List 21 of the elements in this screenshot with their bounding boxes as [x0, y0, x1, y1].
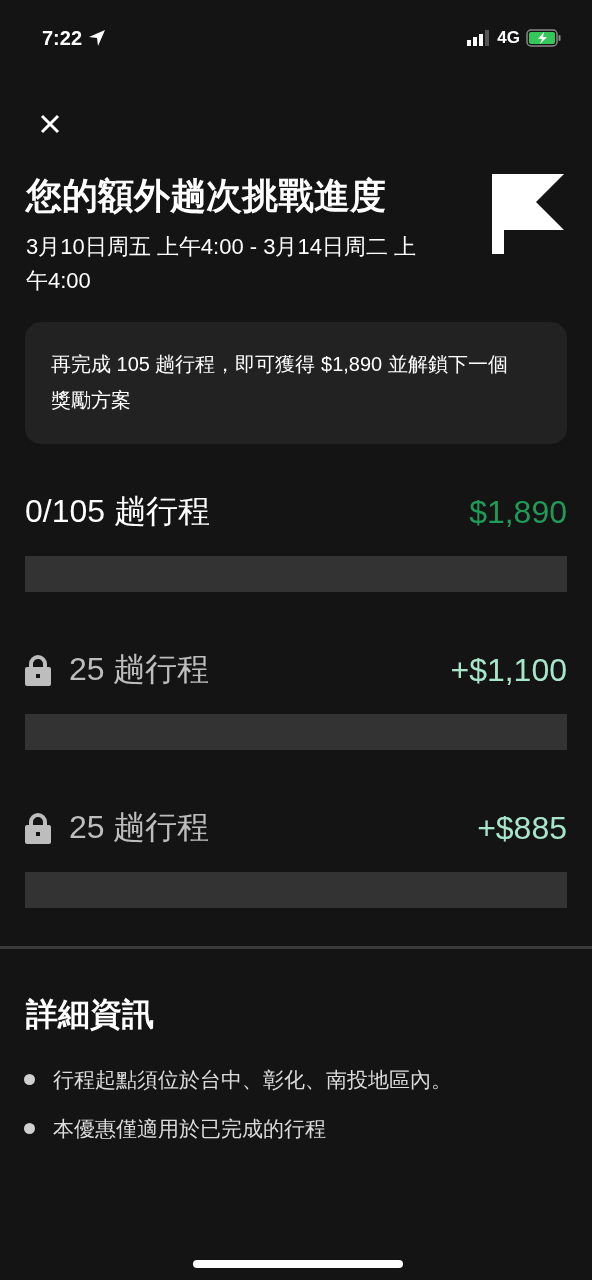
tier-amount: $1,890 [469, 493, 567, 531]
close-button[interactable] [38, 112, 62, 136]
bullet-icon [24, 1074, 35, 1085]
status-time: 7:22 [42, 26, 83, 50]
location-arrow-icon [88, 29, 107, 47]
tier-label: 0/105 趟行程 [25, 492, 210, 531]
tier-amount: +$1,100 [450, 651, 567, 689]
page-title: 您的額外趟次挑戰進度 [26, 174, 387, 218]
tier-label: 25 趟行程 [69, 650, 210, 689]
tier-amount: +$885 [477, 809, 567, 847]
notice-text: 再完成 105 趟行程，即可獲得 $1,890 並解鎖下一個獎勵方案 [51, 353, 508, 411]
bullet-icon [24, 1123, 35, 1134]
detail-text: 本優惠僅適用於已完成的行程 [53, 1116, 326, 1142]
signal-icon [467, 30, 492, 46]
date-range: 3月10日周五 上午4:00 - 3月14日周二 上午4:00 [26, 233, 417, 295]
detail-text: 行程起點須位於台中、彰化、南投地區內。 [53, 1067, 452, 1093]
tier-label: 25 趟行程 [69, 808, 210, 847]
details-heading: 詳細資訊 [26, 995, 155, 1034]
network-label: 4G [497, 28, 520, 48]
battery-icon [526, 29, 562, 47]
flag-icon [492, 174, 564, 254]
